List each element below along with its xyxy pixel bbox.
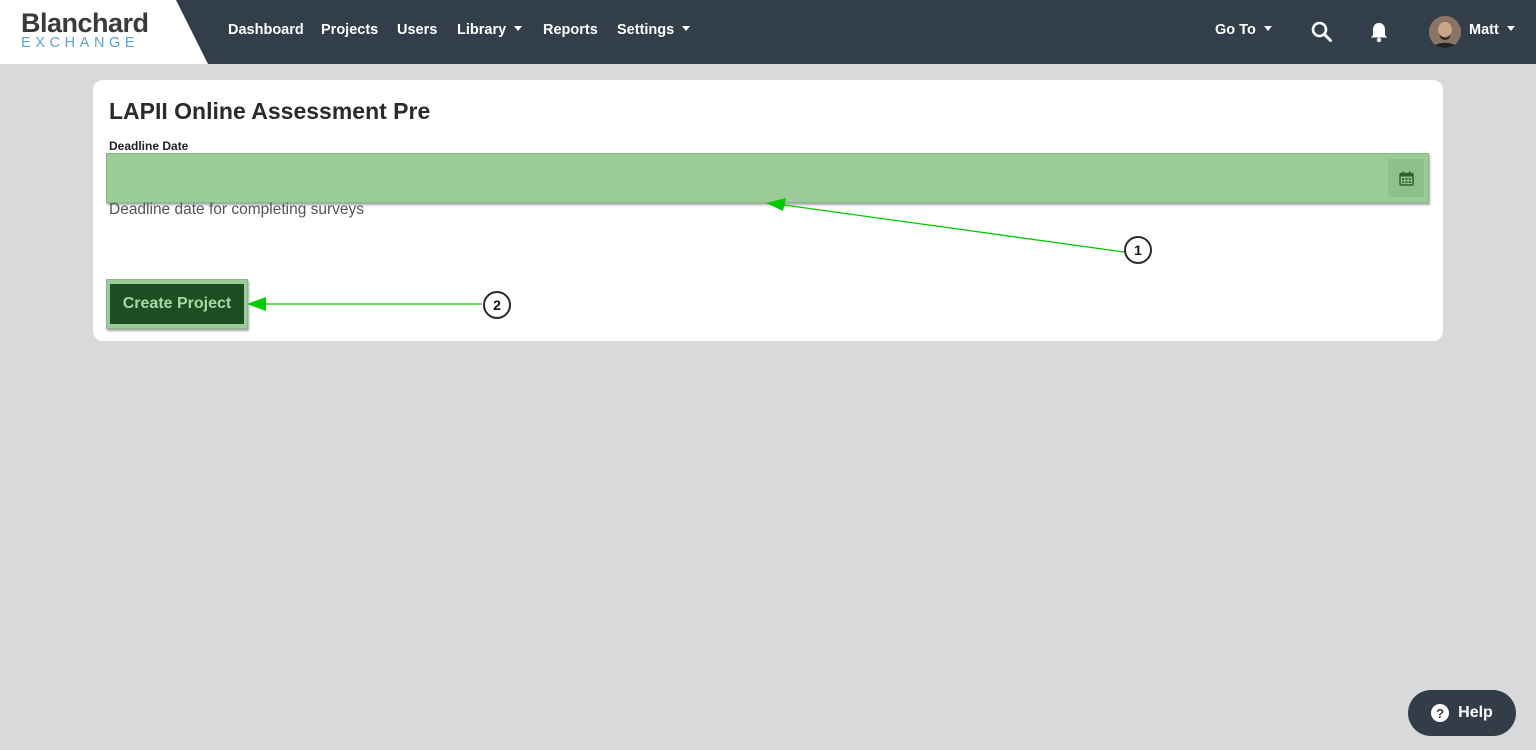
nav-dashboard[interactable]: Dashboard (228, 22, 304, 42)
nav-projects-label: Projects (321, 22, 379, 38)
nav-settings-label: Settings (617, 22, 675, 38)
deadline-date-highlight (106, 153, 1429, 203)
help-button[interactable]: ? Help (1408, 690, 1516, 736)
deadline-help-text: Deadline date for completing surveys (109, 201, 365, 218)
nav-reports-label: Reports (543, 22, 598, 38)
calendar-icon[interactable] (1388, 159, 1424, 197)
chevron-down-icon (514, 25, 523, 31)
chevron-down-icon (1506, 25, 1515, 31)
nav-library-label: Library (457, 22, 507, 38)
nav-library[interactable]: Library (457, 22, 523, 42)
nav-users-label: Users (397, 22, 438, 38)
goto-menu[interactable]: Go To (1215, 22, 1272, 42)
nav-settings[interactable]: Settings (617, 22, 691, 42)
goto-label: Go To (1215, 22, 1256, 38)
avatar[interactable] (1429, 16, 1461, 48)
deadline-date-label: Deadline Date (109, 139, 189, 153)
create-project-highlight: Create Project (106, 279, 248, 329)
nav-reports[interactable]: Reports (543, 22, 598, 42)
logo[interactable]: Blanchard EXCHANGE (0, 0, 210, 64)
nav-projects[interactable]: Projects (321, 22, 378, 42)
search-icon[interactable] (1311, 21, 1333, 43)
deadline-date-input[interactable] (111, 159, 1393, 197)
chevron-down-icon (682, 25, 691, 31)
chevron-down-icon (1263, 25, 1272, 31)
help-label: Help (1458, 704, 1493, 721)
project-form-card: LAPII Online Assessment Pre Deadline Dat… (93, 80, 1443, 341)
nav-users[interactable]: Users (397, 22, 437, 42)
page-title: LAPII Online Assessment Pre (109, 98, 431, 124)
user-name: Matt (1469, 22, 1499, 38)
help-icon: ? (1431, 704, 1450, 722)
top-navbar: Blanchard EXCHANGE Dashboard Projects Us… (0, 0, 1536, 64)
logo-subtext: EXCHANGE (21, 35, 140, 51)
bell-icon[interactable] (1369, 21, 1389, 43)
user-menu[interactable]: Matt (1469, 22, 1515, 42)
nav-dashboard-label: Dashboard (228, 22, 304, 38)
create-project-button[interactable]: Create Project (110, 284, 244, 324)
